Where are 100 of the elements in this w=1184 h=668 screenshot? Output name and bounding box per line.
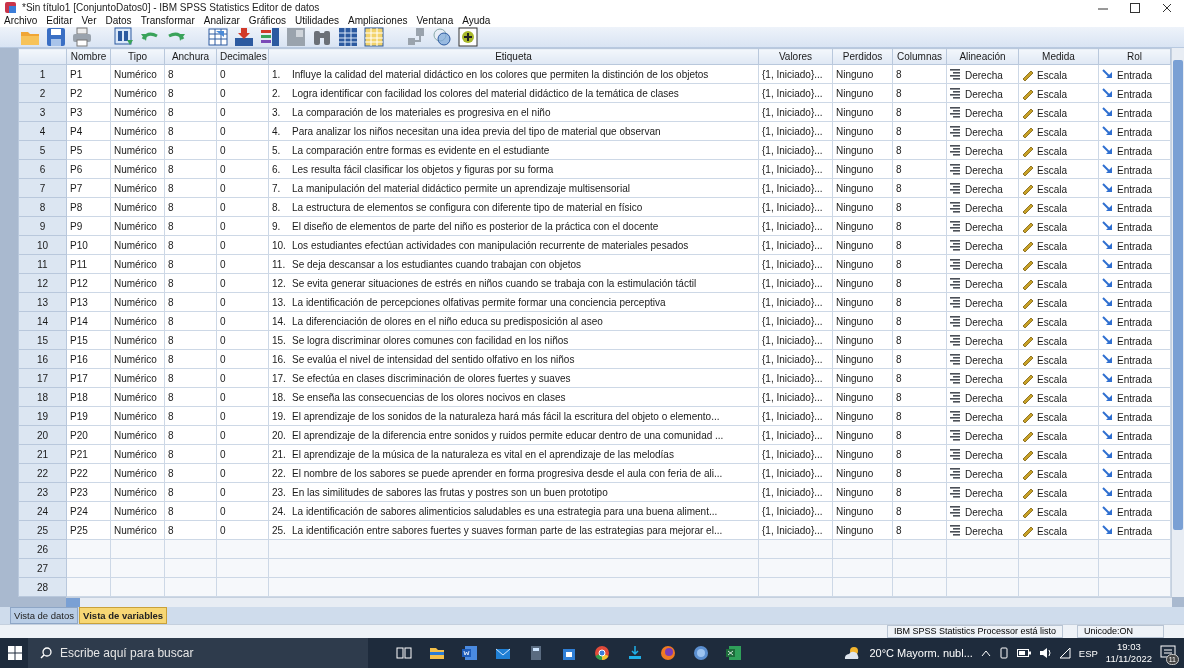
table-cell: Ninguno (832, 463, 893, 483)
close-icon[interactable] (1162, 2, 1172, 13)
menu-item[interactable]: Ver (79, 15, 104, 27)
label-text: En las similitudes de sabores las frutas y postres son un buen prototipo (292, 486, 608, 498)
label-number: 9. (272, 220, 282, 232)
fox-browser-icon[interactable] (660, 645, 676, 661)
notification-icon[interactable] (1160, 644, 1176, 660)
role-text: Entrada (1117, 202, 1153, 214)
menu-item[interactable]: Ayuda (460, 15, 498, 27)
menu-item[interactable]: Gráficos (246, 15, 294, 27)
menu-item[interactable]: Analizar (201, 15, 247, 27)
split-table-icon[interactable] (286, 26, 306, 47)
column-header[interactable]: Valores (758, 48, 833, 65)
weather-text[interactable]: 20°C Mayorm. nubl... (869, 647, 973, 659)
table-cell: {1, Iniciado}... (758, 292, 833, 312)
language-indicator[interactable]: ESP (1078, 647, 1098, 659)
tree-blocks-icon[interactable] (406, 26, 426, 47)
table-cell: Numérico (110, 197, 165, 217)
folder-icon[interactable] (429, 645, 445, 661)
table-cell: {1, Iniciado}... (758, 273, 833, 293)
table-cell: {1, Iniciado}... (758, 254, 833, 274)
column-header[interactable]: Columnas (892, 48, 947, 65)
tray-device-icon[interactable] (998, 647, 1009, 659)
label-text: Influye la calidad del material didáctico en los colores que permiten la distinción de los objetos (292, 68, 709, 80)
speaker-icon[interactable] (1038, 647, 1051, 659)
excel-icon[interactable] (726, 645, 742, 661)
table-down-arrow-icon[interactable] (234, 26, 254, 47)
label-text: Logra identificar con facilidad los colores del material didáctico de la temática de clases (292, 87, 679, 99)
battery-icon[interactable] (1016, 649, 1031, 657)
arrow-icon (1102, 181, 1114, 195)
label-text: Se logra discriminar olores comunes con facilidad en los niños (292, 334, 569, 346)
maximize-icon[interactable] (1130, 2, 1140, 13)
menu-item[interactable]: Ventana (414, 15, 461, 27)
column-header[interactable]: Etiqueta (268, 48, 759, 65)
table-cell: P1 (66, 64, 111, 84)
globe-app-icon[interactable] (693, 645, 709, 661)
table-cell: 0 (216, 254, 269, 274)
column-header[interactable]: Perdidos (832, 48, 893, 65)
menu-item[interactable]: Editar (44, 15, 80, 27)
vertical-scrollbar[interactable] (1171, 48, 1184, 597)
label-text: Se evalúa el nivel de intensidad del sentido olfativo en los niños (292, 353, 575, 365)
table-arrow-icon[interactable] (208, 26, 228, 47)
save-icon[interactable] (46, 26, 66, 47)
task-view-icon[interactable] (396, 645, 412, 661)
arrow-icon (1102, 428, 1114, 442)
horizontal-scrollbar[interactable] (66, 597, 1172, 607)
wifi-icon[interactable] (1058, 647, 1071, 659)
table-cell: 0 (216, 444, 269, 464)
colored-bars-icon[interactable] (260, 26, 280, 47)
windows-logo-icon[interactable] (8, 646, 22, 660)
menu-item[interactable]: Archivo (2, 15, 45, 27)
column-header[interactable]: Decimales (216, 48, 269, 65)
arrow-icon (1102, 143, 1114, 157)
table-cell: 0 (216, 292, 269, 312)
table-cell: 8 (164, 463, 217, 483)
measure-text: Escala (1037, 449, 1067, 461)
arrow-icon (1102, 105, 1114, 119)
clock-time[interactable]: 19:03 (1117, 641, 1141, 653)
column-header[interactable]: Nombre (66, 48, 111, 65)
alignment-text: Derecha (965, 221, 1003, 233)
circles-icon[interactable] (432, 26, 452, 47)
calculator-icon[interactable] (528, 645, 544, 661)
table-cell: Ninguno (832, 520, 893, 540)
menu-item[interactable]: Utilidades (293, 15, 346, 27)
view-tab[interactable]: Vista de datos (10, 607, 79, 624)
view-tab[interactable]: Vista de variables (79, 607, 168, 624)
alignment-text: Derecha (965, 316, 1003, 328)
table-cell: {1, Iniciado}... (758, 330, 833, 350)
print-icon[interactable] (72, 26, 92, 47)
measure-text: Escala (1037, 487, 1067, 499)
column-header[interactable]: Tipo (110, 48, 165, 65)
column-header[interactable]: Medida (1018, 48, 1099, 65)
table-cell: 8 (164, 64, 217, 84)
alignment-text: Derecha (965, 506, 1003, 518)
table-cell: P16 (66, 349, 111, 369)
align-right-icon (950, 86, 962, 100)
search-field[interactable]: Escribe aquí para buscar (28, 638, 368, 668)
menu-item[interactable]: Ampliaciones (346, 15, 415, 27)
menu-item[interactable]: Datos (103, 15, 139, 27)
download-tray-icon[interactable] (627, 645, 643, 661)
label-text: La manipulación del material didáctico permite un aprendizaje multisensorial (292, 182, 630, 194)
column-header[interactable]: Alineación (946, 48, 1019, 65)
label-number: 12. (272, 277, 287, 289)
chevron-up-icon[interactable] (980, 649, 991, 657)
column-header[interactable]: Rol (1098, 48, 1171, 65)
table-cell: 8 (164, 83, 217, 103)
table-cell: {1, Iniciado}... (758, 482, 833, 502)
column-header[interactable]: Anchura (164, 48, 217, 65)
variable-grid-icon[interactable] (364, 26, 384, 47)
word-icon[interactable] (462, 645, 478, 661)
data-grid-icon[interactable] (338, 26, 358, 47)
menu-item[interactable]: Transformar (138, 15, 202, 27)
alignment-text: Derecha (965, 392, 1003, 404)
arrow-icon (1102, 523, 1114, 537)
table-cell: 8 (164, 273, 217, 293)
measure-text: Escala (1037, 259, 1067, 271)
clock-date[interactable]: 11/11/2022 (1105, 653, 1152, 665)
arrow-icon (1102, 409, 1114, 423)
table-cell: P13 (66, 292, 111, 312)
measure-text: Escala (1037, 411, 1067, 423)
